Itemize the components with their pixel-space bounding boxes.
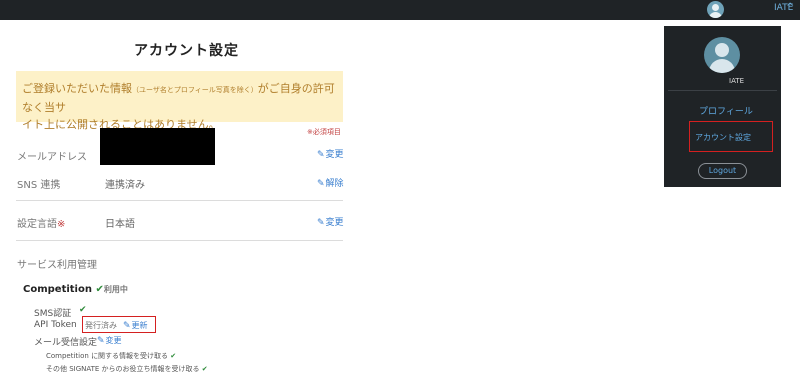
user-dropdown-menu: IATE プロフィール アカウント設定 Logout	[664, 26, 781, 187]
required-note: ※必須項目	[307, 128, 341, 136]
notice-text-small: （ユーザ名とプロフィール写真を除く）	[132, 86, 258, 94]
sns-label: SNS 連携	[17, 180, 61, 191]
check-icon: ✔	[201, 365, 208, 373]
api-token-refresh-link[interactable]: ✎更新	[123, 320, 148, 331]
pencil-icon: ✎	[317, 218, 325, 228]
check-icon: ✔	[79, 305, 87, 315]
pencil-icon: ✎	[123, 321, 131, 331]
notice-text-1: ご登録いただいた情報	[22, 82, 132, 95]
privacy-notice: ご登録いただいた情報（ユーザ名とプロフィール写真を除く）がご自身の許可なく当サ …	[16, 71, 343, 131]
sns-value: 連携済み	[105, 180, 145, 191]
email-label: メールアドレス	[17, 152, 87, 163]
api-token-label: API Token	[34, 320, 77, 330]
sns-unlink-link[interactable]: ✎解除	[317, 176, 344, 189]
divider	[16, 200, 343, 201]
check-icon: ✔	[170, 352, 177, 360]
user-avatar[interactable]	[707, 1, 724, 18]
top-navbar: IATE ^	[0, 0, 800, 20]
dropdown-divider	[668, 90, 777, 91]
pencil-icon: ✎	[97, 336, 105, 346]
logout-button[interactable]: Logout	[698, 163, 747, 179]
divider	[16, 240, 343, 241]
pencil-icon: ✎	[317, 150, 325, 160]
check-icon: ✔	[95, 284, 104, 295]
language-value: 日本語	[105, 219, 135, 230]
dropdown-user-name: IATE	[729, 77, 745, 85]
email-value-redacted	[100, 128, 215, 165]
language-label: 設定言語※	[17, 219, 66, 230]
api-token-status: 発行済み	[85, 321, 117, 330]
service-section-title: サービス利用管理	[17, 260, 97, 271]
pencil-icon: ✎	[317, 179, 325, 189]
page-title: アカウント設定	[134, 43, 239, 59]
mail-settings-edit-link[interactable]: ✎変更	[97, 335, 122, 346]
competition-status: 利用中	[103, 285, 128, 294]
mail-settings-label: メール受信設定	[34, 338, 98, 348]
email-edit-link[interactable]: ✎変更	[317, 147, 344, 160]
dropdown-avatar	[704, 37, 740, 73]
dropdown-item-account-settings[interactable]: アカウント設定	[695, 132, 751, 143]
sms-label: SMS認証	[34, 309, 72, 319]
mail-option-competition: Competition に関する情報を受け取る ✔	[46, 352, 177, 360]
dropdown-item-profile[interactable]: プロフィール	[699, 104, 753, 117]
competition-title: Competition ✔利用中	[23, 284, 128, 295]
required-mark: ※	[57, 219, 66, 230]
mail-option-other: その他 SIGNATE からのお役立ち情報を受け取る ✔	[46, 365, 208, 373]
chevron-up-icon[interactable]: ^	[786, 2, 794, 13]
language-edit-link[interactable]: ✎変更	[317, 215, 344, 228]
